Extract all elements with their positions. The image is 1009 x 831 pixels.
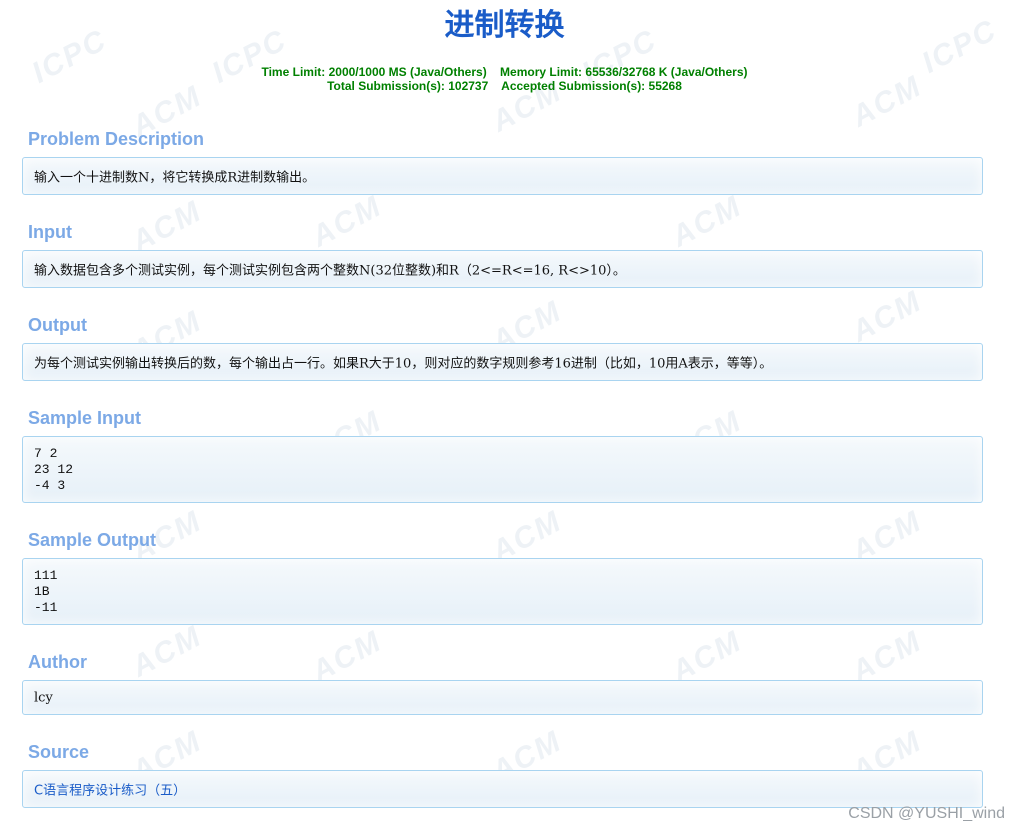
watermark-acm: ACM bbox=[126, 619, 208, 684]
source-link[interactable]: C语言程序设计练习（五） bbox=[34, 784, 186, 799]
output-panel: 为每个测试实例输出转换后的数，每个输出占一行。如果R大于10，则对应的数字规则参… bbox=[22, 343, 983, 381]
source-heading: Source bbox=[28, 742, 90, 762]
sample-output-heading: Sample Output bbox=[28, 530, 157, 550]
watermark-acm: ACM bbox=[846, 284, 928, 349]
input-text: 输入数据包含多个测试实例，每个测试实例包含两个整数N(32位整数)和R（2<=R… bbox=[34, 263, 626, 279]
memory-limit: Memory Limit: 65536/32768 K (Java/Others… bbox=[500, 65, 748, 79]
output-heading: Output bbox=[28, 315, 87, 335]
watermark-acm: ACM bbox=[306, 189, 388, 254]
description-heading: Problem Description bbox=[28, 129, 205, 149]
sample-input-heading: Sample Input bbox=[28, 408, 142, 428]
author-heading: Author bbox=[28, 652, 87, 672]
problem-title: 进制转换 bbox=[444, 8, 565, 43]
time-limit: Time Limit: 2000/1000 MS (Java/Others) bbox=[261, 65, 487, 79]
sample-input-panel: 7 2 23 12 -4 3 bbox=[22, 436, 983, 503]
sample-output-text: 111 1B -11 bbox=[34, 568, 58, 615]
output-text: 为每个测试实例输出转换后的数，每个输出占一行。如果R大于10，则对应的数字规则参… bbox=[34, 356, 773, 372]
input-panel: 输入数据包含多个测试实例，每个测试实例包含两个整数N(32位整数)和R（2<=R… bbox=[22, 250, 983, 288]
description-panel: 输入一个十进制数N，将它转换成R进制数输出。 bbox=[22, 157, 983, 195]
watermark-acm: ACM bbox=[666, 189, 748, 254]
description-text: 输入一个十进制数N，将它转换成R进制数输出。 bbox=[34, 170, 316, 186]
sample-output-panel: 111 1B -11 bbox=[22, 558, 983, 625]
input-heading: Input bbox=[28, 222, 72, 242]
accepted-submissions: Accepted Submission(s): 55268 bbox=[501, 79, 682, 93]
problem-limits: Time Limit: 2000/1000 MS (Java/Others) M… bbox=[0, 65, 1009, 93]
author-text: lcy bbox=[34, 690, 53, 705]
total-submissions: Total Submission(s): 102737 bbox=[327, 79, 489, 93]
csdn-credit: CSDN @YUSHI_wind bbox=[848, 805, 1005, 822]
sample-input-text: 7 2 23 12 -4 3 bbox=[34, 446, 74, 493]
source-panel: C语言程序设计练习（五） bbox=[22, 770, 983, 808]
author-panel: lcy bbox=[22, 680, 983, 715]
